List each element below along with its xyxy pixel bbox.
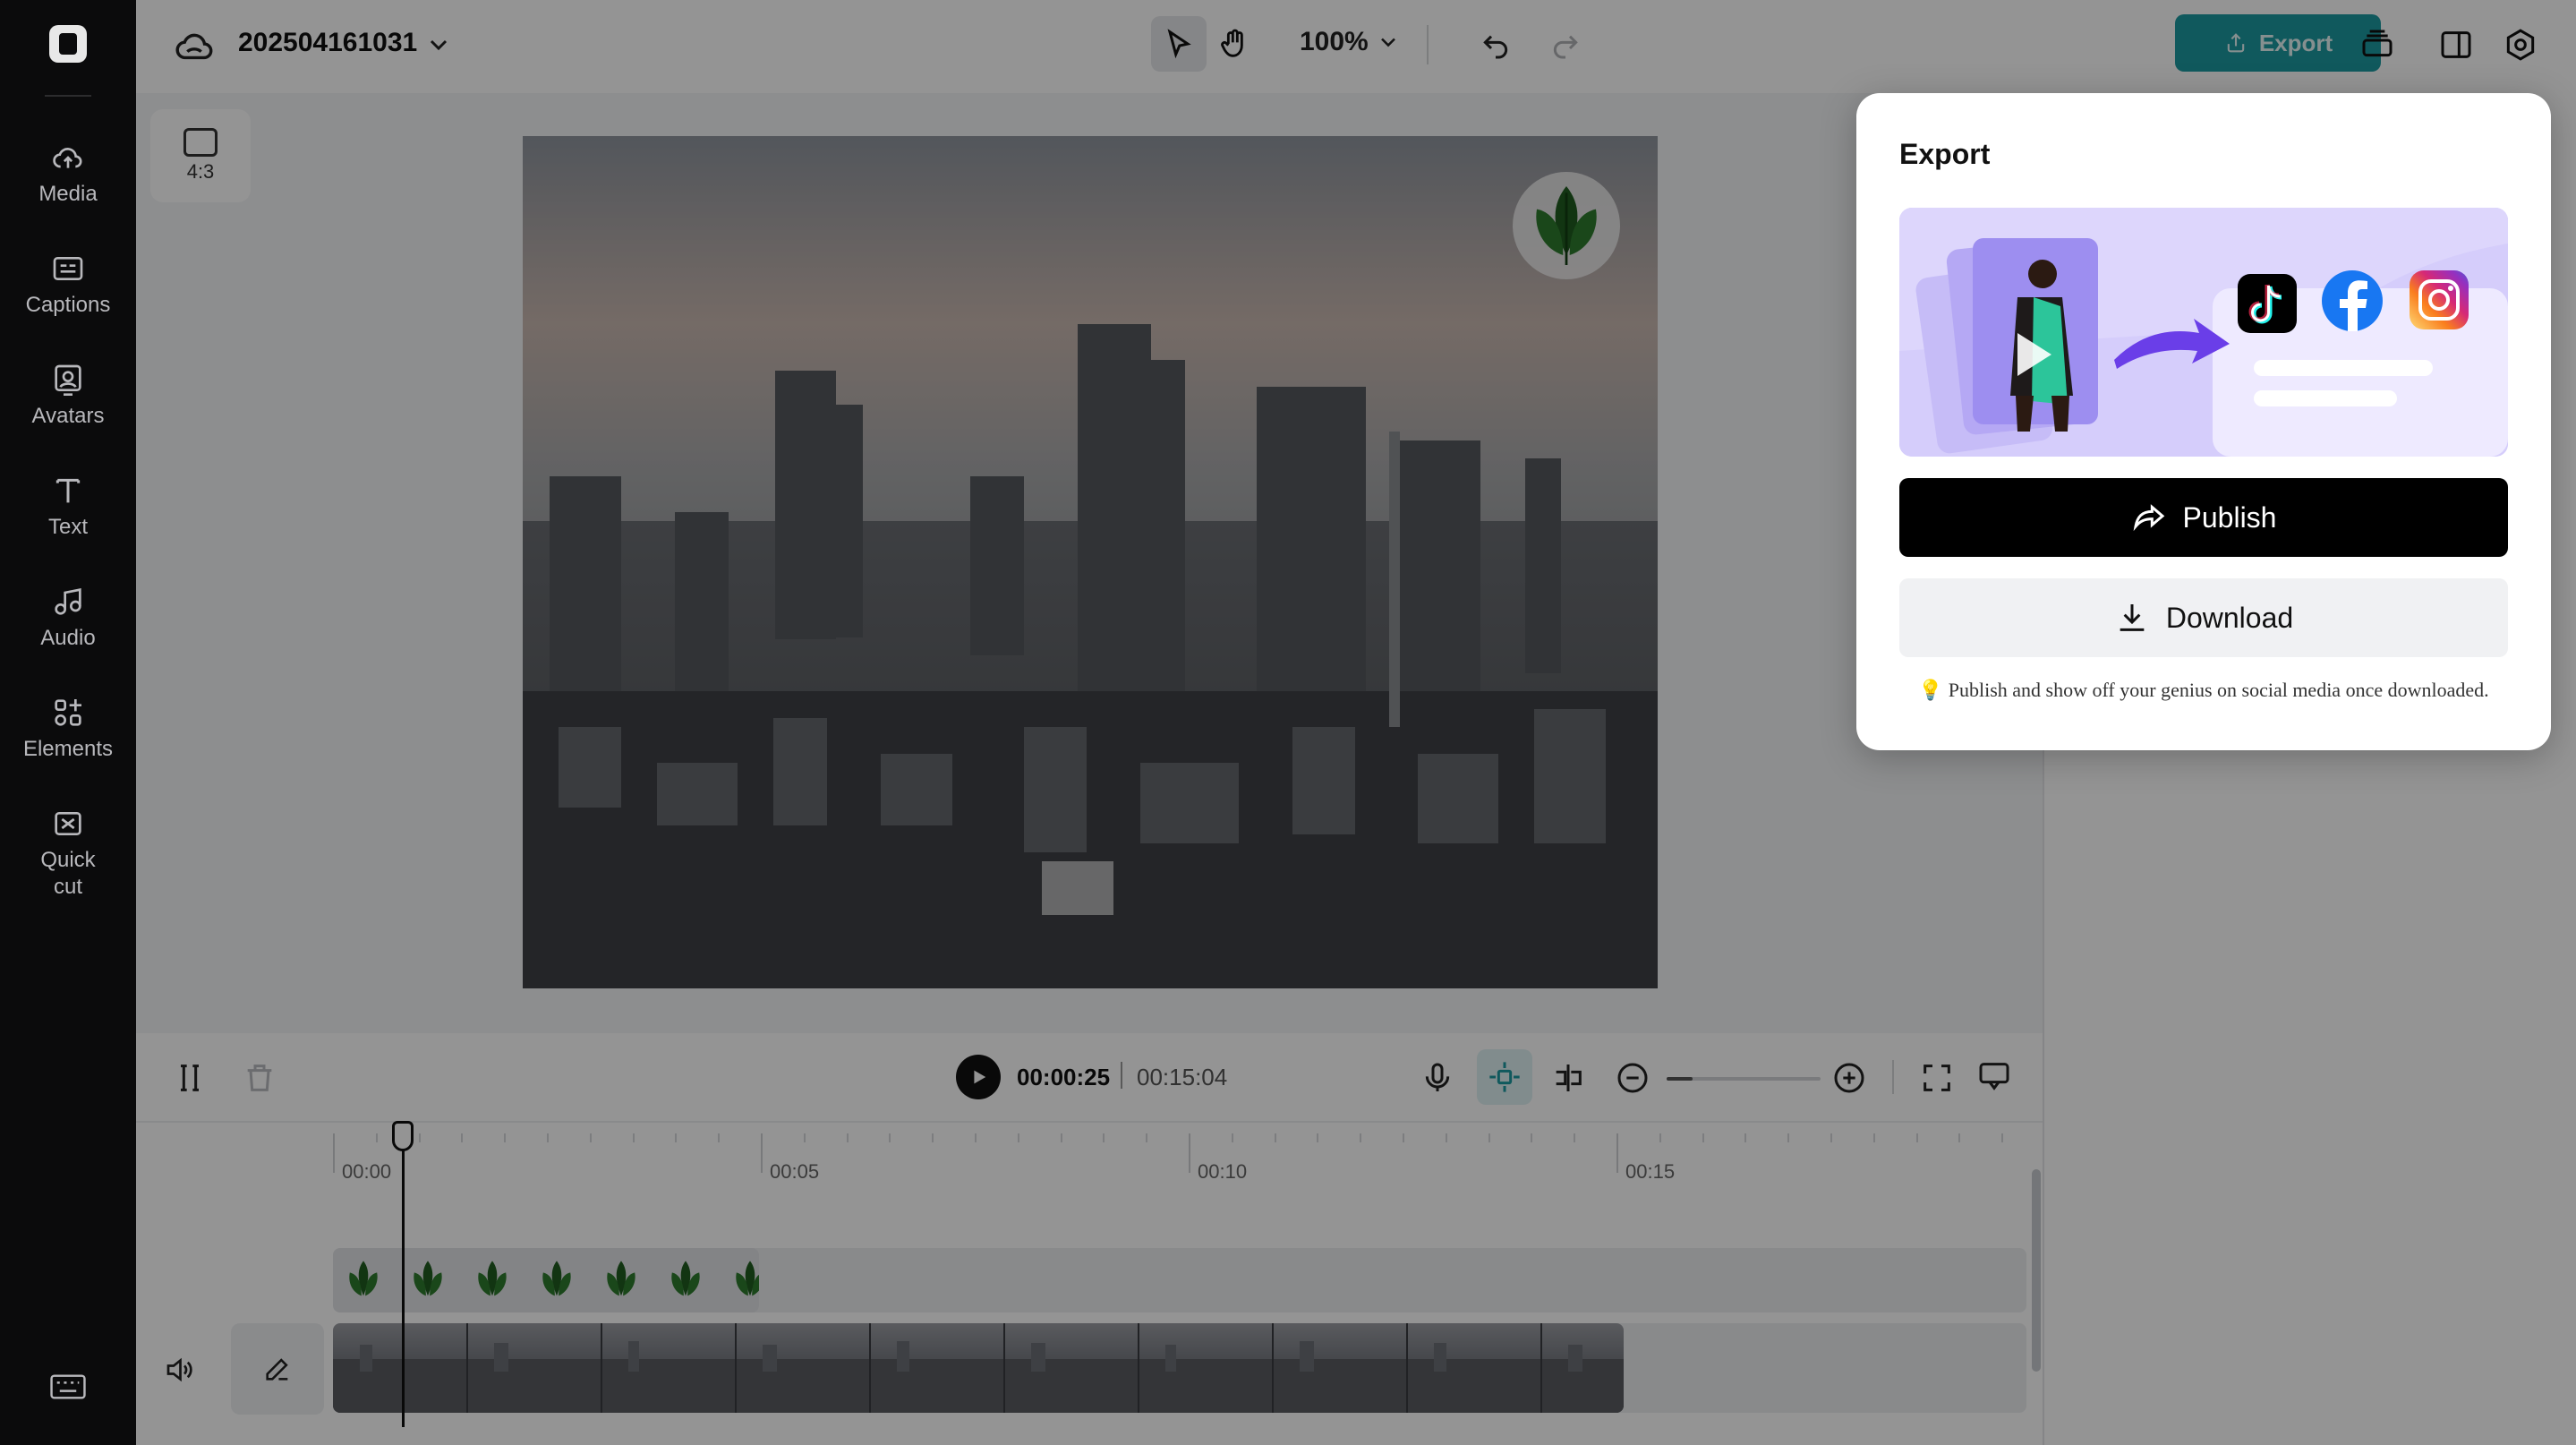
- export-popup: Export Publish Download 💡 Publish and sh…: [1856, 93, 2551, 750]
- sidebar-item-quick-cut[interactable]: Quick cut: [0, 806, 136, 901]
- sidebar-item-label: Captions: [25, 293, 111, 317]
- sidebar-item-label: Elements: [22, 737, 114, 761]
- app-logo[interactable]: [49, 25, 87, 63]
- download-icon: [2120, 604, 2145, 631]
- sidebar-item-media[interactable]: Media: [0, 140, 136, 208]
- sidebar-item-label: Text: [47, 515, 88, 539]
- elements-icon: [55, 699, 81, 726]
- share-arrow-icon: [2133, 504, 2164, 532]
- avatar-icon: [55, 364, 81, 396]
- left-sidebar: Media Captions Avatars Text Audio Elemen…: [0, 0, 136, 1445]
- publish-button-label: Publish: [2182, 500, 2277, 534]
- sidebar-item-label: Avatars: [31, 404, 105, 428]
- music-note-icon: [55, 588, 81, 615]
- keyboard-icon[interactable]: [50, 1373, 86, 1400]
- sidebar-divider: [45, 95, 91, 97]
- sidebar-item-avatars[interactable]: Avatars: [0, 362, 136, 430]
- sidebar-item-label: Media: [38, 182, 98, 206]
- sidebar-item-label: Audio: [40, 626, 96, 650]
- sidebar-item-elements[interactable]: Elements: [0, 695, 136, 763]
- download-button[interactable]: Download: [1899, 578, 2508, 657]
- export-hint: 💡 Publish and show off your genius on soc…: [1856, 679, 2551, 702]
- text-icon: [55, 478, 81, 503]
- export-popup-title: Export: [1899, 138, 1991, 170]
- social-share-illustration: [1899, 208, 2508, 457]
- export-hint-text: Publish and show off your genius on soci…: [1948, 679, 2489, 701]
- export-banner: [1899, 208, 2508, 457]
- quick-cut-icon: [55, 812, 81, 835]
- sidebar-item-audio[interactable]: Audio: [0, 584, 136, 652]
- publish-button[interactable]: Publish: [1899, 478, 2508, 557]
- download-button-label: Download: [2165, 601, 2294, 634]
- cloud-upload-icon: [53, 148, 82, 168]
- captions-icon: [53, 257, 83, 280]
- sidebar-item-label: Quick cut: [40, 848, 96, 899]
- sidebar-item-captions[interactable]: Captions: [0, 251, 136, 319]
- sidebar-item-text[interactable]: Text: [0, 473, 136, 541]
- lightbulb-icon: 💡: [1918, 679, 1943, 701]
